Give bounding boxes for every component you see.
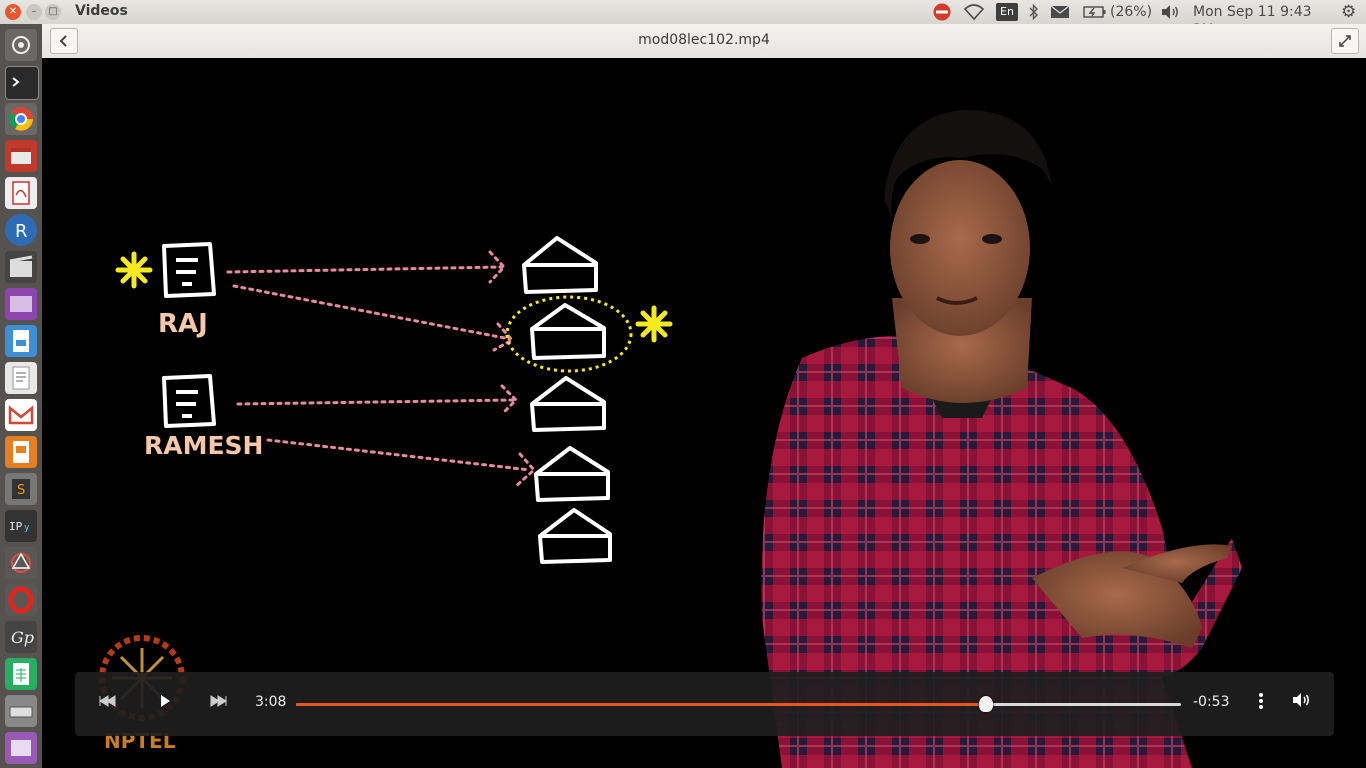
maximize-window-button[interactable]: □ bbox=[45, 4, 61, 20]
top-panel: ✕ – □ Videos En (26%) Mon Sep 11 9:43 PM… bbox=[0, 0, 1366, 38]
seek-bar[interactable] bbox=[296, 696, 1181, 712]
keyboard-layout-indicator[interactable]: En bbox=[996, 3, 1018, 21]
volume-icon[interactable] bbox=[1160, 3, 1182, 21]
r-icon[interactable]: R bbox=[5, 214, 37, 246]
dash-search-icon[interactable] bbox=[5, 29, 37, 61]
document-icon[interactable] bbox=[5, 325, 37, 357]
video-title: mod08lec102.mp4 bbox=[638, 32, 770, 48]
volume-button[interactable] bbox=[1289, 692, 1313, 716]
minimize-window-button[interactable]: – bbox=[26, 4, 42, 20]
settings-gear-icon[interactable]: ⚙ bbox=[1341, 3, 1361, 21]
network-app-icon[interactable] bbox=[5, 547, 37, 579]
presentation-icon[interactable] bbox=[5, 436, 37, 468]
playback-controls: 3:08 -0:53 bbox=[75, 672, 1334, 736]
svg-text:Gp: Gp bbox=[11, 628, 34, 647]
do-not-disturb-icon[interactable] bbox=[931, 3, 953, 21]
pdf-reader-icon[interactable] bbox=[5, 177, 37, 209]
terminal-icon[interactable] bbox=[5, 66, 39, 100]
video-frame[interactable]: RAJ RAMESH NPTEL bbox=[42, 58, 1366, 768]
remaining-time: -0:53 bbox=[1193, 694, 1230, 710]
close-window-button[interactable]: ✕ bbox=[5, 4, 21, 20]
seek-bar-progress bbox=[296, 703, 987, 706]
seek-handle[interactable] bbox=[979, 696, 994, 712]
svg-text:R: R bbox=[15, 221, 28, 242]
files-icon[interactable] bbox=[5, 140, 37, 172]
star-left-icon bbox=[115, 251, 153, 289]
gp-app-icon[interactable]: Gp bbox=[5, 621, 37, 653]
battery-percent: (26%) bbox=[1110, 4, 1153, 20]
media-icon[interactable] bbox=[5, 288, 37, 320]
label-raj: RAJ bbox=[158, 309, 208, 339]
drive-icon[interactable] bbox=[5, 695, 37, 727]
previous-chapter-button[interactable] bbox=[95, 692, 119, 716]
elapsed-time: 3:08 bbox=[255, 694, 287, 710]
next-chapter-button[interactable] bbox=[207, 692, 231, 716]
app-title: Videos bbox=[75, 3, 128, 19]
text-editor-icon[interactable] bbox=[5, 362, 37, 394]
document-ramesh-icon bbox=[162, 374, 216, 428]
spreadsheet-icon[interactable] bbox=[5, 658, 37, 690]
svg-text:IP: IP bbox=[9, 520, 23, 533]
server-boxes bbox=[522, 236, 612, 564]
fullscreen-button[interactable] bbox=[1331, 28, 1359, 54]
mail-icon[interactable] bbox=[1050, 3, 1070, 21]
gmail-icon[interactable] bbox=[5, 399, 37, 431]
launcher: R S IP y Gp bbox=[0, 24, 43, 768]
sublime-text-icon[interactable]: S bbox=[5, 473, 37, 505]
extra-app-icon[interactable] bbox=[5, 732, 37, 764]
more-options-icon[interactable] bbox=[1251, 692, 1271, 716]
clock[interactable]: Mon Sep 11 9:43 PM bbox=[1193, 3, 1333, 38]
document-raj-icon bbox=[162, 242, 216, 298]
battery-icon[interactable] bbox=[1083, 3, 1107, 21]
presenter bbox=[761, 109, 1242, 768]
svg-text:S: S bbox=[17, 483, 25, 498]
play-button[interactable] bbox=[153, 692, 177, 716]
ipython-icon[interactable]: IP y bbox=[5, 510, 37, 542]
bluetooth-icon[interactable] bbox=[1027, 3, 1041, 21]
video-editor-icon[interactable] bbox=[5, 251, 37, 283]
opera-icon[interactable] bbox=[5, 584, 37, 616]
chrome-icon[interactable] bbox=[5, 103, 37, 135]
label-ramesh: RAMESH bbox=[144, 431, 263, 460]
arrows bbox=[226, 250, 537, 488]
wifi-icon[interactable] bbox=[963, 3, 985, 21]
header-bar: mod08lec102.mp4 bbox=[42, 24, 1366, 59]
svg-text:y: y bbox=[24, 523, 30, 533]
lecture-drawing: RAJ RAMESH NPTEL bbox=[99, 109, 1242, 768]
star-right-icon bbox=[635, 305, 673, 343]
